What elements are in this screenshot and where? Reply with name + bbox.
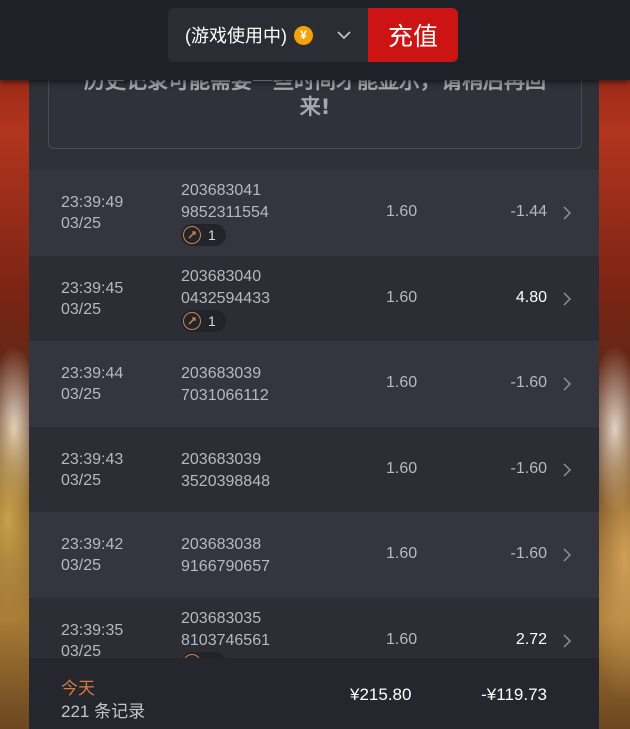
record-id-line1: 203683039 xyxy=(181,450,262,468)
sequence-badge: 1 xyxy=(181,309,226,332)
chevron-right-icon[interactable] xyxy=(561,291,573,307)
top-bar: (游戏使用中) ¥ 充值 xyxy=(0,0,630,80)
record-bet: 1.60 xyxy=(386,288,418,306)
record-bet: 1.60 xyxy=(386,545,418,562)
total-bet: ¥215.80 xyxy=(350,685,412,704)
record-datetime: 23:39:35 03/25 xyxy=(61,620,123,659)
record-id-line1: 203683040 xyxy=(181,267,262,285)
sequence-badge: 1 xyxy=(181,224,226,246)
today-label: 今天 xyxy=(61,679,95,698)
record-id: 203683039 3520398848 xyxy=(181,449,270,493)
chevron-right-icon[interactable] xyxy=(561,633,573,649)
record-date: 03/25 xyxy=(61,471,102,489)
record-bet: 1.60 xyxy=(386,630,418,648)
sequence-count: 1 xyxy=(208,227,216,243)
record-datetime: 23:39:49 03/25 xyxy=(61,192,123,234)
record-time: 23:39:43 xyxy=(61,450,124,468)
record-date: 03/25 xyxy=(61,215,102,232)
record-time: 23:39:42 xyxy=(61,536,124,553)
record-date: 03/25 xyxy=(61,300,102,318)
record-id: 20368303581037465612 xyxy=(181,608,270,658)
record-id: 203683041 9852311554 1 xyxy=(181,180,269,247)
record-id-line2: 0432594433 xyxy=(181,289,270,307)
record-time: 23:39:45 xyxy=(61,279,124,297)
record-bet: 1.60 xyxy=(386,459,418,477)
chevron-right-icon[interactable] xyxy=(561,205,573,221)
record-profit: -1.60 xyxy=(510,374,547,391)
chevron-right-icon[interactable] xyxy=(561,376,573,392)
record-id: 203683040 0432594433 1 xyxy=(181,266,270,333)
record-time: 23:39:35 xyxy=(61,621,124,639)
chevron-down-icon xyxy=(337,31,351,40)
chevron-right-icon[interactable] xyxy=(561,547,573,563)
record-datetime: 23:39:45 03/25 xyxy=(61,278,123,320)
total-profit: -¥119.73 xyxy=(481,685,547,704)
record-row[interactable]: 23:39:49 03/25 203683041 9852311554 1 1.60 -1.… xyxy=(29,170,599,256)
wallet-selector[interactable]: (游戏使用中) ¥ xyxy=(168,8,368,62)
record-date: 03/25 xyxy=(61,557,102,574)
record-id-line2: 9166790657 xyxy=(181,558,270,575)
record-date: 03/25 xyxy=(61,386,102,403)
record-profit: -1.44 xyxy=(510,203,547,220)
record-row[interactable]: 23:39:43 03/25 203683039 3520398848 1.60 -1.6… xyxy=(29,426,599,512)
record-id-line1: 203683038 xyxy=(181,536,262,553)
record-profit: -1.60 xyxy=(510,459,547,477)
record-time: 23:39:44 xyxy=(61,365,124,382)
record-bet: 1.60 xyxy=(386,374,418,391)
record-profit: 2.72 xyxy=(515,630,547,648)
record-id: 203683038 9166790657 xyxy=(181,534,270,578)
wallet-label: (游戏使用中) xyxy=(185,26,287,46)
sequence-icon xyxy=(183,311,201,330)
record-date: 03/25 xyxy=(61,642,102,659)
sequence-icon xyxy=(183,226,201,244)
recharge-button[interactable]: 充值 xyxy=(368,8,458,62)
record-id-line2: 3520398848 xyxy=(181,472,270,490)
record-id-line2: 8103746561 xyxy=(181,631,270,649)
record-datetime: 23:39:44 03/25 xyxy=(61,363,123,405)
coin-icon: ¥ xyxy=(294,25,313,45)
record-list[interactable]: 23:39:49 03/25 203683041 9852311554 1 1.60 -1.… xyxy=(29,170,599,658)
record-id-line2: 9852311554 xyxy=(181,204,269,221)
record-id-line1: 203683041 xyxy=(181,182,262,199)
record-row[interactable]: 23:39:45 03/25 203683040 0432594433 1 1.60 4.8… xyxy=(29,255,599,341)
record-row[interactable]: 23:39:3503/25203683035810374656121.602.7… xyxy=(29,597,599,659)
record-time: 23:39:49 xyxy=(61,194,124,211)
record-count: 221 条记录 xyxy=(61,702,146,721)
record-id-line2: 7031066112 xyxy=(181,387,269,404)
record-id: 203683039 7031066112 xyxy=(181,363,269,407)
chevron-right-icon[interactable] xyxy=(561,462,573,478)
record-row[interactable]: 23:39:44 03/25 203683039 7031066112 1.60 -1.6… xyxy=(29,341,599,427)
record-profit: 4.80 xyxy=(515,288,547,306)
record-bet: 1.60 xyxy=(386,203,418,220)
record-datetime: 23:39:43 03/25 xyxy=(61,449,123,491)
record-datetime: 23:39:42 03/25 xyxy=(61,534,123,576)
history-panel: 历史记录可能需要一些时间才能显示，请稍后再回来! 23:39:49 03/25 20… xyxy=(29,0,599,729)
summary-footer: 今天 221 条记录 ¥215.80 -¥119.73 xyxy=(29,658,599,729)
record-profit: -1.60 xyxy=(510,545,547,562)
record-row[interactable]: 23:39:42 03/25 203683038 9166790657 1.60 -1.6… xyxy=(29,512,599,598)
record-id-line1: 203683035 xyxy=(181,609,262,627)
sequence-count: 1 xyxy=(208,312,216,329)
record-id-line1: 203683039 xyxy=(181,365,262,382)
